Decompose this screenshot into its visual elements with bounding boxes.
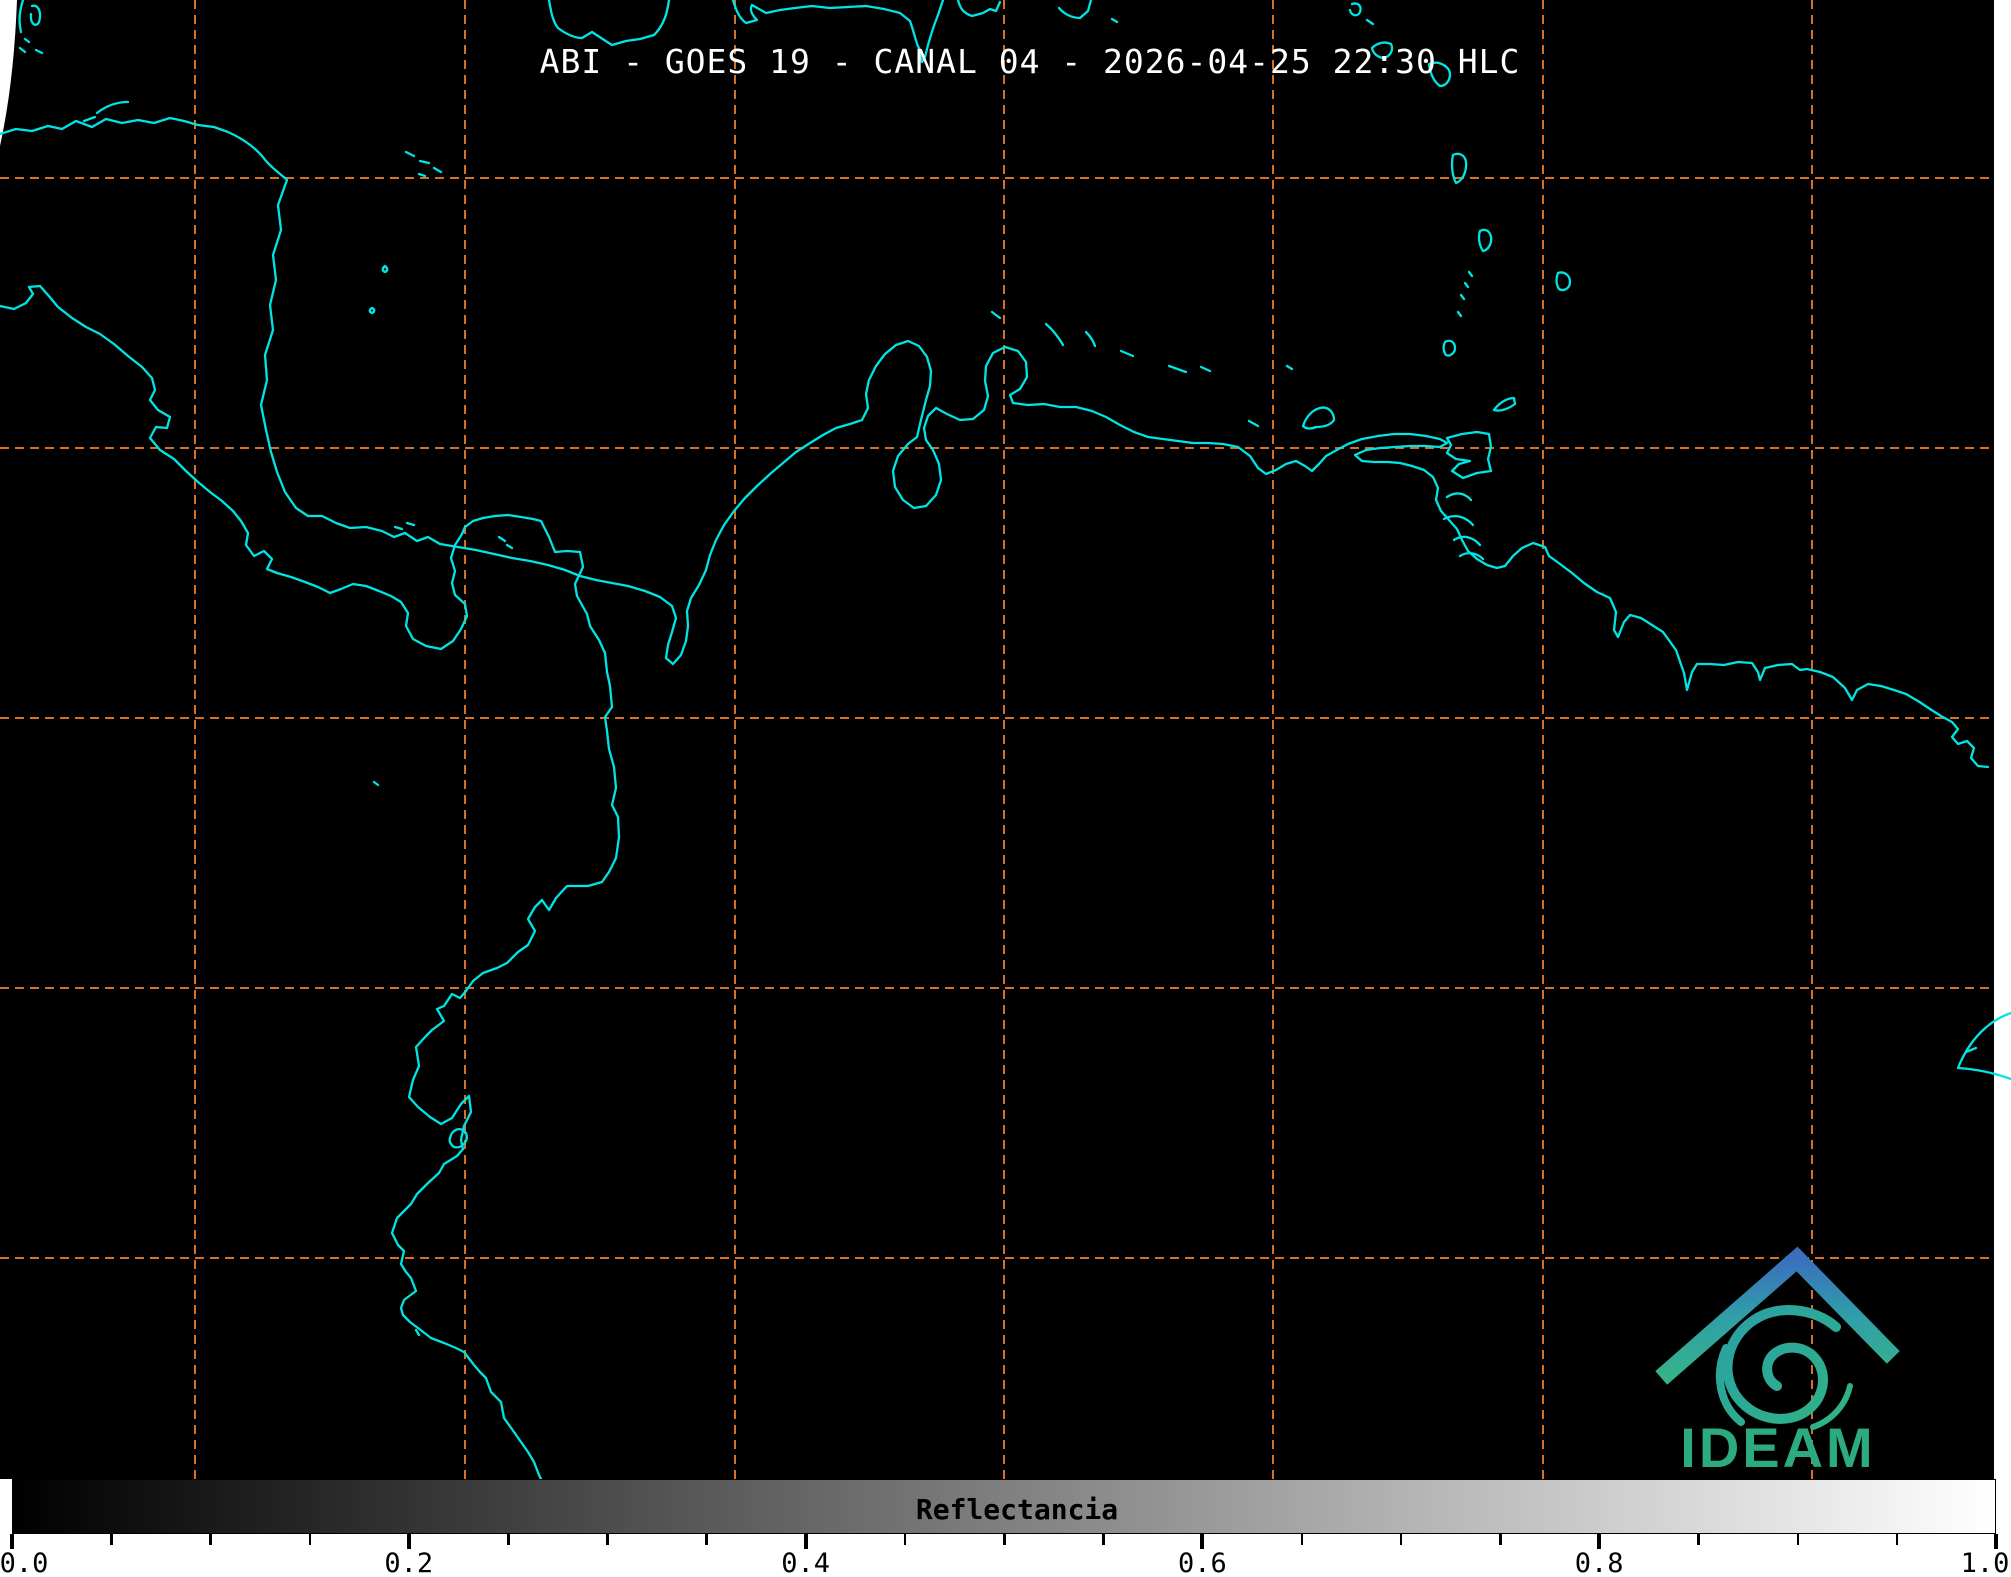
colorbar-minor-tick <box>309 1534 312 1545</box>
map-overlay-svg: IDEAM <box>0 0 2011 1479</box>
colorbar-minor-tick <box>1400 1534 1403 1545</box>
colorbar-major-tick <box>1994 1534 1998 1549</box>
colorbar-minor-tick <box>904 1534 907 1545</box>
satellite-product-figure: IDEAM ABI - GOES 19 - CANAL 04 - 2026-04… <box>0 0 2011 1577</box>
colorbar: Reflectancia 0.0 0.2 0.4 0.6 0.8 1.0 <box>0 1479 2011 1577</box>
graticule-gridlines <box>0 0 1993 1479</box>
colorbar-minor-tick <box>110 1534 113 1545</box>
colorbar-minor-tick <box>1697 1534 1700 1545</box>
colorbar-tick-label: 0.0 <box>0 1548 48 1577</box>
colorbar-tick-label: 1.0 <box>1961 1548 2010 1577</box>
colorbar-gradient-bar: Reflectancia <box>12 1479 1996 1534</box>
ideam-logo-text: IDEAM <box>1680 1416 1875 1479</box>
product-title: ABI - GOES 19 - CANAL 04 - 2026-04-25 22… <box>540 42 1521 81</box>
map-canvas: IDEAM ABI - GOES 19 - CANAL 04 - 2026-04… <box>0 0 2011 1479</box>
colorbar-major-tick <box>10 1534 14 1549</box>
coastline-islands <box>20 0 2011 1335</box>
colorbar-major-tick <box>1200 1534 1204 1549</box>
colorbar-minor-tick <box>209 1534 212 1545</box>
ideam-logo-swirl <box>1727 1310 1836 1419</box>
colorbar-tick-label: 0.4 <box>781 1548 830 1577</box>
colorbar-major-tick <box>407 1534 411 1549</box>
colorbar-minor-tick <box>606 1534 609 1545</box>
colorbar-minor-tick <box>1003 1534 1006 1545</box>
colorbar-major-tick <box>1597 1534 1601 1549</box>
colorbar-minor-tick <box>1797 1534 1800 1545</box>
colorbar-minor-tick <box>1896 1534 1899 1545</box>
coastline-caribbean-south-america <box>0 118 1988 767</box>
colorbar-minor-tick <box>1499 1534 1502 1545</box>
colorbar-major-tick <box>804 1534 808 1549</box>
colorbar-label: Reflectancia <box>916 1493 1118 1526</box>
colorbar-minor-tick <box>1102 1534 1105 1545</box>
colorbar-tick-label: 0.2 <box>384 1548 433 1577</box>
ideam-logo: IDEAM <box>1668 1259 1887 1479</box>
colorbar-minor-tick <box>1301 1534 1304 1545</box>
coastline-pacific <box>0 286 619 1479</box>
colorbar-minor-tick <box>705 1534 708 1545</box>
colorbar-minor-tick <box>507 1534 510 1545</box>
colorbar-tick-label: 0.6 <box>1178 1548 1227 1577</box>
colorbar-tick-label: 0.8 <box>1575 1548 1624 1577</box>
